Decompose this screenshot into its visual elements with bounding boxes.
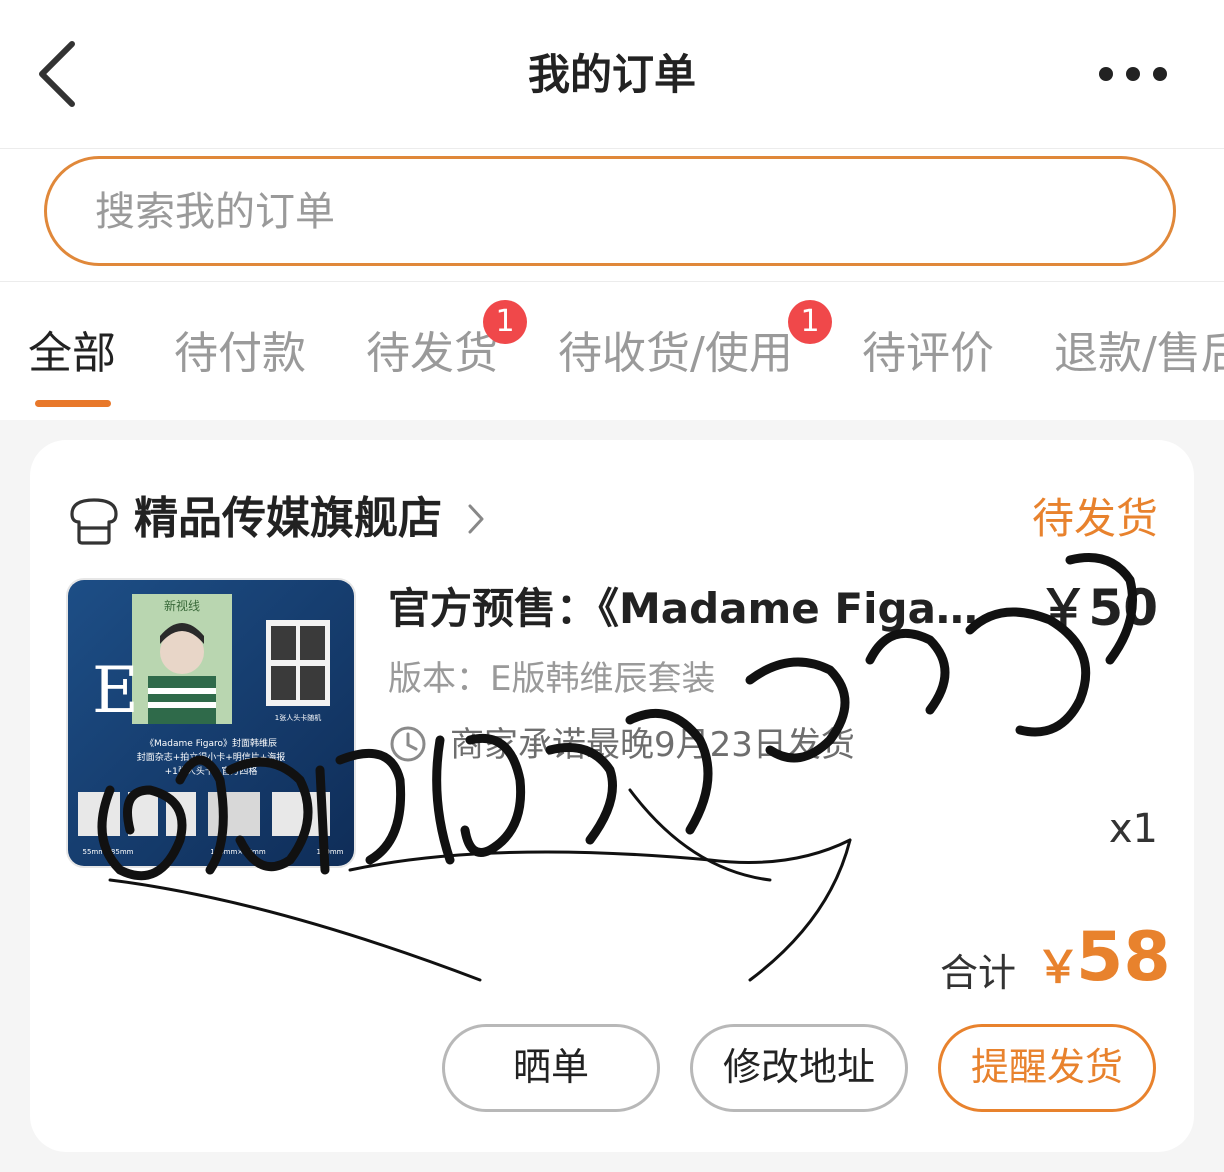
search-box[interactable] <box>44 156 1176 266</box>
svg-text:1张人头卡随机: 1张人头卡随机 <box>275 713 321 722</box>
chevron-right-icon[interactable] <box>466 502 486 536</box>
clock-icon <box>390 726 426 762</box>
chevron-left-icon <box>39 41 75 107</box>
total-amount: 58 <box>1076 918 1171 997</box>
product-quantity: x1 <box>1108 806 1158 852</box>
tab-pending-shipment-badge: 1 <box>483 300 527 344</box>
tab-pending-receipt[interactable]: 待收货/使用 <box>558 324 793 384</box>
edit-address-button[interactable]: 修改地址 <box>690 1024 908 1112</box>
total-label: 合计 <box>940 951 1017 995</box>
tab-pending-payment[interactable]: 待付款 <box>174 324 306 384</box>
svg-text:55mm×85mm: 55mm×85mm <box>83 848 134 856</box>
search-bar <box>0 149 1224 282</box>
product-thumbnail[interactable]: 新视线 E 1张人头卡随机 《Madame Figaro》封面韩维辰 封面杂志+… <box>66 578 356 868</box>
product-unit-price: ￥50 <box>1038 579 1158 637</box>
top-nav-bar: 我的订单 <box>0 0 1224 149</box>
back-button[interactable] <box>28 36 98 112</box>
page-title: 我的订单 <box>527 50 696 99</box>
tab-pending-review[interactable]: 待评价 <box>862 324 994 384</box>
tab-refund-aftersale[interactable]: 退款/售后 <box>1054 324 1224 384</box>
search-input[interactable] <box>95 185 1095 239</box>
store-name[interactable]: 精品传媒旗舰店 <box>134 490 442 548</box>
svg-text:《Madame Figaro》封面韩维辰: 《Madame Figaro》封面韩维辰 <box>145 737 277 749</box>
total-currency: ￥ <box>1036 942 1080 993</box>
more-button[interactable] <box>1086 54 1186 94</box>
svg-text:封面杂志+拍立得小卡+明信片+海报: 封面杂志+拍立得小卡+明信片+海报 <box>137 751 286 763</box>
svg-text:100mm: 100mm <box>317 848 344 856</box>
svg-text:E: E <box>92 654 139 728</box>
tab-pending-receipt-badge: 1 <box>788 300 832 344</box>
store-icon <box>70 498 118 545</box>
product-title[interactable]: 官方预售：《Madame Figaro》时尚杂志 <box>388 580 978 638</box>
product-variant: 版本：E版韩维辰套装 <box>388 659 716 699</box>
shipping-note: 商家承诺最晚9月23日发货 <box>450 725 855 765</box>
tab-pending-shipment[interactable]: 待发货 <box>366 324 498 384</box>
order-status: 待发货 <box>1031 494 1158 543</box>
svg-text:+1张人头卡+官方四格: +1张人头卡+官方四格 <box>165 765 258 777</box>
product-image: 新视线 E 1张人头卡随机 《Madame Figaro》封面韩维辰 封面杂志+… <box>68 580 354 866</box>
tab-all[interactable]: 全部 <box>28 324 116 384</box>
remind-shipment-button[interactable]: 提醒发货 <box>938 1024 1156 1112</box>
svg-text:108mm×86mm: 108mm×86mm <box>210 848 266 856</box>
order-card[interactable]: 精品传媒旗舰店 待发货 新视线 E 1张人头卡随机 《Madame Figaro… <box>30 440 1194 1152</box>
active-tab-indicator <box>35 400 111 407</box>
order-status-tabs: 全部 待付款 待发货 1 待收货/使用 1 待评价 退款/售后 <box>0 282 1224 420</box>
svg-text:新视线: 新视线 <box>164 598 200 613</box>
share-review-button[interactable]: 晒单 <box>442 1024 660 1112</box>
more-horizontal-icon <box>1099 67 1167 81</box>
